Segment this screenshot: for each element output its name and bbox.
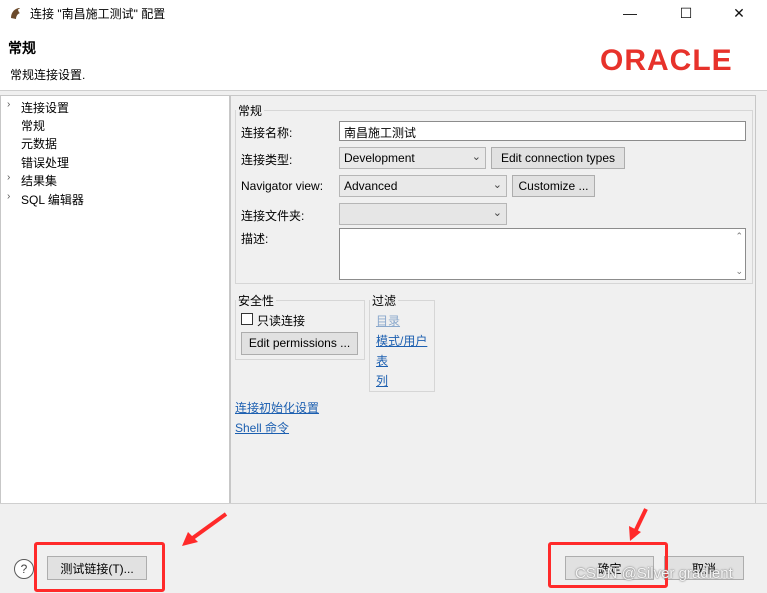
close-button[interactable]: ✕ [716, 0, 762, 26]
tree-item-sql-editor[interactable]: SQL 编辑器 [21, 191, 84, 208]
edit-permissions-button[interactable]: Edit permissions ... [241, 332, 358, 355]
connection-init-settings-link[interactable]: 连接初始化设置 [235, 399, 319, 416]
scroll-up-icon[interactable]: ⌃ [735, 231, 743, 242]
navigator-view-value: Advanced [344, 179, 398, 193]
connection-type-label: 连接类型: [241, 153, 293, 167]
filter-link-schema-user[interactable]: 模式/用户 [376, 332, 427, 349]
footer-divider [0, 503, 767, 504]
chevron-right-icon[interactable]: › [7, 99, 10, 110]
description-label: 描述: [241, 232, 269, 246]
connection-name-label: 连接名称: [241, 126, 293, 140]
security-group-title: 安全性 [238, 294, 275, 308]
customize-button[interactable]: Customize ... [512, 175, 595, 197]
navigator-view-select[interactable]: Advanced ⌄ [339, 175, 507, 197]
red-arrow-icon [629, 508, 648, 541]
readonly-label[interactable]: 只读连接 [257, 312, 305, 329]
filter-link-table[interactable]: 表 [376, 352, 388, 369]
connection-name-input[interactable]: 南昌施工测试 [339, 121, 746, 141]
filter-group-title: 过滤 [372, 294, 397, 308]
settings-panel: 常规 连接名称: 南昌施工测试 连接类型: Development ⌄ Edit… [230, 95, 756, 504]
maximize-button[interactable]: ☐ [663, 0, 709, 26]
connection-folder-select[interactable]: ⌄ [339, 203, 507, 225]
description-textarea[interactable]: ⌃ ⌄ [339, 228, 746, 280]
tree-item-error-handling[interactable]: 错误处理 [21, 154, 69, 171]
help-icon[interactable]: ? [14, 559, 34, 579]
connection-folder-label: 连接文件夹: [241, 209, 305, 223]
red-arrow-icon [182, 512, 228, 546]
shell-commands-link[interactable]: Shell 命令 [235, 419, 289, 436]
tree-item-connection-settings[interactable]: 连接设置 [21, 99, 69, 116]
navigator-view-label: Navigator view: [241, 179, 324, 193]
tree-item-result-sets[interactable]: 结果集 [21, 172, 57, 189]
page-title: 常规 [8, 40, 36, 56]
scroll-down-icon[interactable]: ⌄ [735, 266, 743, 277]
chevron-right-icon[interactable]: › [7, 172, 10, 183]
tree-item-general[interactable]: 常规 [21, 117, 46, 134]
window-title: 连接 "南昌施工测试" 配置 [30, 7, 166, 21]
oracle-logo: ORACLE [600, 44, 733, 77]
edit-connection-types-button[interactable]: Edit connection types [491, 147, 625, 169]
minimize-button[interactable]: — [607, 0, 653, 26]
filter-link-column[interactable]: 列 [376, 372, 388, 389]
chevron-down-icon: ⌄ [492, 179, 502, 191]
general-group-title: 常规 [238, 104, 263, 118]
readonly-checkbox[interactable] [241, 313, 253, 325]
header-divider [0, 90, 767, 91]
tree-item-metadata[interactable]: 元数据 [21, 135, 57, 152]
page-subtitle: 常规连接设置. [10, 68, 86, 82]
chevron-right-icon[interactable]: › [7, 191, 10, 202]
window-titlebar: 连接 "南昌施工测试" 配置 — ☐ ✕ [0, 0, 767, 26]
chevron-down-icon: ⌄ [492, 207, 502, 219]
csdn-watermark: CSDN @Silver gradient [575, 565, 733, 582]
connection-type-select[interactable]: Development ⌄ [339, 147, 486, 169]
settings-tree: › 连接设置 常规 元数据 错误处理 › 结果集 › SQL 编辑器 [0, 95, 230, 504]
dbeaver-app-icon [11, 8, 20, 19]
connection-type-value: Development [344, 151, 415, 165]
highlight-box-test [34, 542, 165, 592]
filter-link-catalog[interactable]: 目录 [376, 312, 400, 329]
chevron-down-icon: ⌄ [471, 151, 481, 163]
